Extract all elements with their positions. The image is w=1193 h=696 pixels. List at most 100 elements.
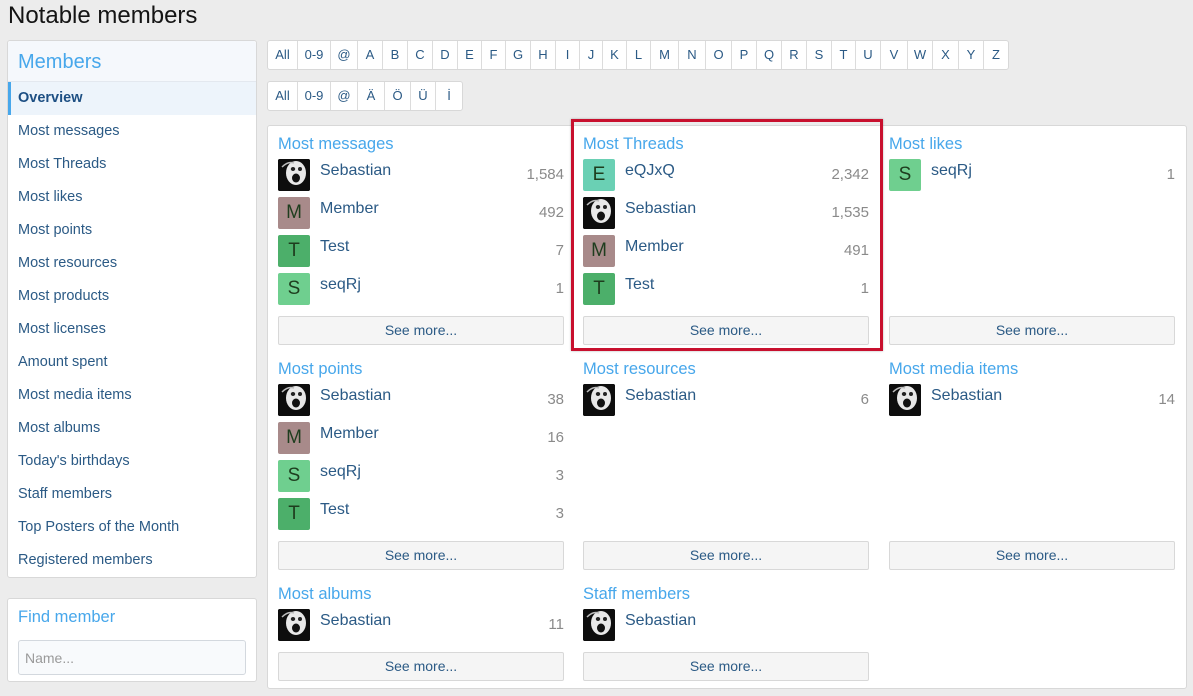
find-member-input[interactable] [18,640,246,675]
filter-letter-button[interactable]: T [832,41,856,69]
filter-letter-button[interactable]: H [531,41,556,69]
filter-letter-button[interactable]: Ü [411,82,436,110]
sidebar-item-registered-members[interactable]: Registered members [8,544,256,577]
member-name[interactable]: Sebastian [320,387,391,405]
member-name[interactable]: Test [625,276,654,294]
filter-letter-button[interactable]: J [580,41,603,69]
avatar[interactable]: M [583,235,615,267]
sidebar-item-most-albums[interactable]: Most albums [8,412,256,445]
filter-letter-button[interactable]: 0-9 [298,41,331,69]
block-title[interactable]: Most media items [889,357,1175,381]
filter-letter-button[interactable]: @ [331,82,358,110]
avatar[interactable]: T [278,235,310,267]
filter-letter-button[interactable]: C [408,41,433,69]
filter-letter-button[interactable]: Z [984,41,1008,69]
filter-letter-button[interactable]: L [627,41,651,69]
see-more-button[interactable]: See more... [889,316,1175,345]
sidebar-item-top-posters[interactable]: Top Posters of the Month [8,511,256,544]
sidebar-item-most-products[interactable]: Most products [8,280,256,313]
member-name[interactable]: seqRj [320,276,361,294]
avatar[interactable] [278,159,310,191]
avatar[interactable]: M [278,422,310,454]
filter-letter-button[interactable]: Y [959,41,984,69]
filter-letter-button[interactable]: X [933,41,959,69]
block-title[interactable]: Most resources [583,357,869,381]
filter-letter-button[interactable]: E [458,41,482,69]
avatar[interactable]: E [583,159,615,191]
member-name[interactable]: Member [320,200,379,218]
member-name[interactable]: Test [320,501,349,519]
member-name[interactable]: Member [625,238,684,256]
filter-letter-button[interactable]: W [908,41,933,69]
sidebar-item-most-points[interactable]: Most points [8,214,256,247]
avatar[interactable] [889,384,921,416]
avatar[interactable]: S [278,273,310,305]
filter-letter-button[interactable]: G [506,41,531,69]
avatar[interactable]: S [889,159,921,191]
member-name[interactable]: Sebastian [625,387,696,405]
block-title[interactable]: Most points [278,357,564,381]
avatar[interactable] [278,609,310,641]
filter-letter-button[interactable]: İ [436,82,462,110]
member-name[interactable]: Test [320,238,349,256]
see-more-button[interactable]: See more... [889,541,1175,570]
filter-letter-button[interactable]: Ö [385,82,411,110]
avatar[interactable]: S [278,460,310,492]
see-more-button[interactable]: See more... [278,316,564,345]
filter-letter-button[interactable]: K [603,41,627,69]
avatar[interactable]: M [278,197,310,229]
see-more-button[interactable]: See more... [278,541,564,570]
avatar[interactable] [583,384,615,416]
member-name[interactable]: Sebastian [320,162,391,180]
member-name[interactable]: seqRj [320,463,361,481]
filter-letter-button[interactable]: Q [757,41,782,69]
avatar[interactable]: T [583,273,615,305]
member-name[interactable]: Sebastian [320,612,391,630]
filter-letter-button[interactable]: O [706,41,732,69]
member-name[interactable]: Member [320,425,379,443]
sidebar-item-overview[interactable]: Overview [8,82,256,115]
filter-letter-button[interactable]: S [807,41,832,69]
filter-letter-button[interactable]: All [268,82,298,110]
see-more-button[interactable]: See more... [278,652,564,681]
filter-letter-button[interactable]: D [433,41,458,69]
see-more-button[interactable]: See more... [583,541,869,570]
member-name[interactable]: Sebastian [625,612,696,630]
filter-letter-button[interactable]: All [268,41,298,69]
avatar[interactable]: T [278,498,310,530]
member-name[interactable]: Sebastian [931,387,1002,405]
block-title[interactable]: Most likes [889,132,1175,156]
filter-letter-button[interactable]: @ [331,41,358,69]
filter-letter-button[interactable]: I [556,41,580,69]
member-name[interactable]: eQJxQ [625,162,675,180]
avatar[interactable] [278,384,310,416]
block-title[interactable]: Most albums [278,582,564,606]
sidebar-item-amount-spent[interactable]: Amount spent [8,346,256,379]
filter-letter-button[interactable]: Ä [358,82,385,110]
filter-letter-button[interactable]: V [881,41,908,69]
filter-letter-button[interactable]: 0-9 [298,82,331,110]
sidebar-item-most-threads[interactable]: Most Threads [8,148,256,181]
sidebar-item-most-media-items[interactable]: Most media items [8,379,256,412]
sidebar-item-most-messages[interactable]: Most messages [8,115,256,148]
sidebar-item-most-licenses[interactable]: Most licenses [8,313,256,346]
filter-letter-button[interactable]: P [732,41,757,69]
filter-letter-button[interactable]: B [383,41,408,69]
block-title[interactable]: Staff members [583,582,869,606]
sidebar-item-most-resources[interactable]: Most resources [8,247,256,280]
filter-letter-button[interactable]: F [482,41,506,69]
avatar[interactable] [583,609,615,641]
sidebar-item-staff-members[interactable]: Staff members [8,478,256,511]
member-name[interactable]: seqRj [931,162,972,180]
filter-letter-button[interactable]: N [679,41,706,69]
filter-letter-button[interactable]: A [358,41,383,69]
see-more-button[interactable]: See more... [583,316,869,345]
filter-letter-button[interactable]: M [651,41,679,69]
see-more-button[interactable]: See more... [583,652,869,681]
sidebar-item-most-likes[interactable]: Most likes [8,181,256,214]
avatar[interactable] [583,197,615,229]
block-title[interactable]: Most messages [278,132,564,156]
member-name[interactable]: Sebastian [625,200,696,218]
filter-letter-button[interactable]: U [856,41,881,69]
sidebar-item-todays-birthdays[interactable]: Today's birthdays [8,445,256,478]
